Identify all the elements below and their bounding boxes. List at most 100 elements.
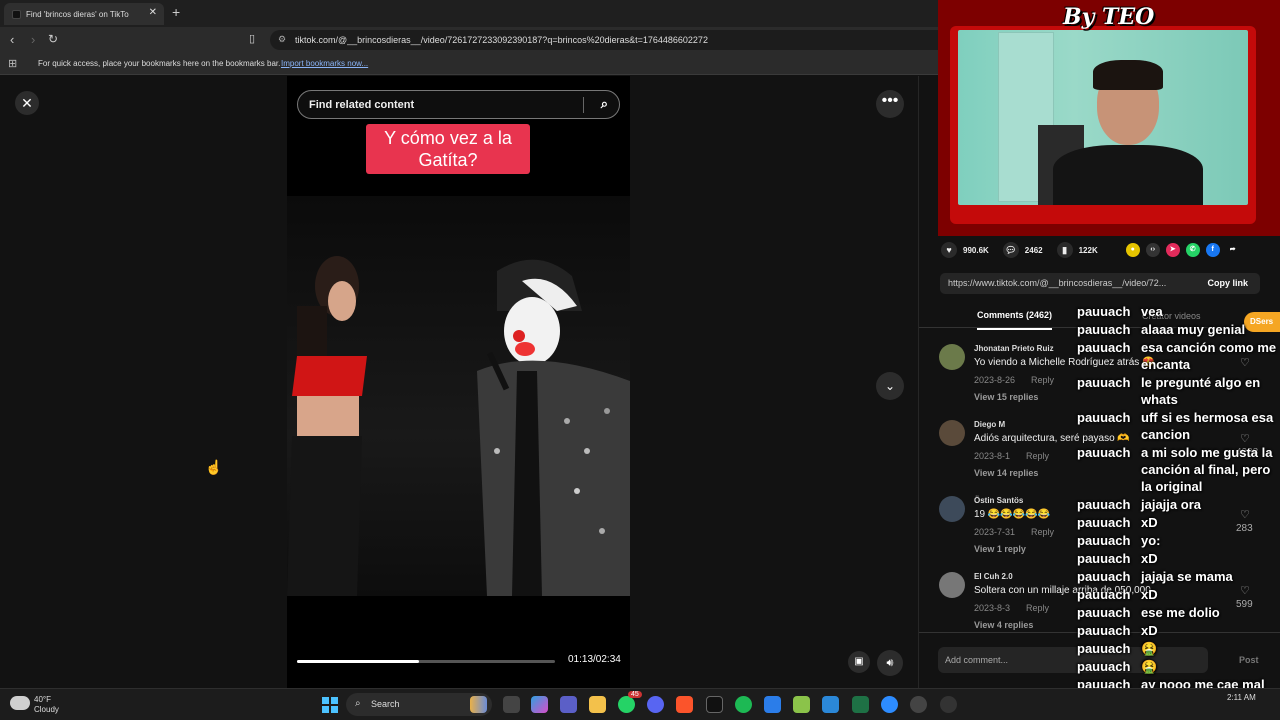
progress-bar[interactable] <box>297 660 555 663</box>
engagement-stats: ♥ 990.6K 💬︎ 2462 ▮ 122K ● ‹› ➤ ✆ f ➦ <box>941 242 1240 258</box>
file-explorer-icon[interactable] <box>589 696 606 713</box>
close-icon: ✕ <box>21 94 33 111</box>
comment-user[interactable]: Östin Santös <box>974 496 1023 505</box>
weather-temp: 40°F <box>34 695 51 704</box>
back-icon[interactable]: ‹ <box>10 32 14 47</box>
browser-tab[interactable]: Find 'brincos dieras' on TikTo ✕ <box>4 3 164 25</box>
reply-link[interactable]: Reply <box>1026 603 1049 613</box>
save-count: 122K <box>1078 245 1098 255</box>
chat-username: pauuach <box>1077 445 1131 460</box>
close-video-button[interactable]: ✕ <box>15 91 39 115</box>
chat-text: jajajja ora <box>1141 497 1201 512</box>
copilot-icon[interactable] <box>531 696 548 713</box>
player-controls: 01:13/02:34 <box>287 596 630 688</box>
video-caption: Y cómo vez a la Gatíta? <box>366 124 530 174</box>
heart-icon[interactable]: ♥ <box>941 242 957 258</box>
avatar[interactable] <box>939 420 965 446</box>
volume-button[interactable]: 🔊︎ <box>877 650 903 676</box>
share-link-url: https://www.tiktok.com/@__brincosdieras_… <box>948 278 1167 288</box>
zoom-icon[interactable] <box>881 696 898 713</box>
webcam-overlay: By TEO <box>938 0 1280 236</box>
tab-title: Find 'brincos dieras' on TikTo <box>26 9 129 19</box>
reply-link[interactable]: Reply <box>1031 527 1054 537</box>
comment-icon[interactable]: 💬︎ <box>1002 242 1019 258</box>
reply-link[interactable]: Reply <box>1026 451 1049 461</box>
facebook-icon[interactable]: f <box>1205 243 1220 257</box>
comment-meta: 2023-8-1 Reply <box>974 451 1065 461</box>
chat-username: pauuach <box>1077 641 1131 656</box>
chat-text: uff si es hermosa esa cancion <box>1141 410 1274 442</box>
brave-browser-icon[interactable] <box>676 696 693 713</box>
like-count: 990.6K <box>963 245 989 255</box>
comment-text: Yo viendo a Michelle Rodríguez atrás 😍 <box>974 357 1155 368</box>
avatar[interactable] <box>939 496 965 522</box>
avatar[interactable] <box>939 344 965 370</box>
channel-logo: By TEO <box>1063 4 1155 30</box>
share-link-box: https://www.tiktok.com/@__brincosdieras_… <box>940 273 1260 294</box>
windows-start-icon[interactable] <box>322 697 338 713</box>
avatar[interactable] <box>939 572 965 598</box>
view-replies-link[interactable]: View 1 reply <box>974 544 1026 554</box>
send-icon[interactable]: ➤ <box>1165 243 1180 257</box>
comment-count: 2462 <box>1024 245 1043 255</box>
whatsapp-app-icon[interactable] <box>618 696 635 713</box>
comment-user[interactable]: El Cuh 2.0 <box>974 572 1013 581</box>
more-options-button[interactable]: ••• <box>876 90 904 118</box>
app-icon[interactable] <box>793 696 810 713</box>
chat-text: esa canción como me encanta <box>1141 340 1277 372</box>
reload-icon[interactable]: ↻ <box>48 32 58 46</box>
tab-comments[interactable]: Comments (2462) <box>977 310 1053 330</box>
streamer-hair <box>1093 60 1163 90</box>
reply-link[interactable]: Reply <box>1031 375 1054 385</box>
url-text: tiktok.com/@__brincosdieras__/video/7261… <box>295 35 708 45</box>
webcam-video <box>958 30 1248 205</box>
tiktok-favicon-icon <box>12 9 21 19</box>
teams-icon[interactable] <box>560 696 577 713</box>
widgets-app-icon[interactable] <box>470 696 487 713</box>
more-icon: ••• <box>881 92 899 109</box>
video-player[interactable]: Find related content ⌕ Y cómo vez a la G… <box>287 76 630 688</box>
view-replies-link[interactable]: View 14 replies <box>974 468 1038 478</box>
comment-user[interactable]: Diego M <box>974 420 1005 429</box>
share-arrow-icon[interactable]: ➦ <box>1226 243 1240 257</box>
coin-share-icon[interactable]: ● <box>1125 243 1140 257</box>
pip-button[interactable]: ▣ <box>848 651 870 673</box>
cloud-icon <box>10 696 30 710</box>
view-replies-link[interactable]: View 15 replies <box>974 392 1038 402</box>
bookmarks-message: For quick access, place your bookmarks h… <box>38 59 281 68</box>
chat-username: pauuach <box>1077 659 1131 674</box>
embed-icon[interactable]: ‹› <box>1145 243 1160 257</box>
next-video-button[interactable]: ⌄ <box>876 372 904 400</box>
site-info-icon[interactable]: ⚙ <box>278 34 286 45</box>
obs-icon[interactable] <box>940 696 957 713</box>
chat-username: pauuach <box>1077 322 1131 337</box>
search-icon[interactable]: ⌕ <box>601 96 608 112</box>
store-icon[interactable] <box>764 696 781 713</box>
system-clock[interactable]: 2:11 AM <box>1227 693 1256 702</box>
copy-link-button[interactable]: Copy link <box>1207 278 1248 288</box>
view-replies-link[interactable]: View 4 replies <box>974 620 1033 630</box>
spotify-icon[interactable] <box>735 696 752 713</box>
chat-username: pauuach <box>1077 587 1131 602</box>
progress-fill <box>297 660 420 663</box>
comment-user[interactable]: Jhonatan Prieto Ruiz <box>974 344 1054 353</box>
discord-icon[interactable] <box>647 696 664 713</box>
related-search-input[interactable]: Find related content ⌕ <box>297 90 620 119</box>
close-tab-icon[interactable]: ✕ <box>149 7 157 18</box>
chatgpt-icon[interactable] <box>910 696 927 713</box>
import-bookmarks-link[interactable]: Import bookmarks now... <box>281 59 368 68</box>
taskbar-search-label: Search <box>371 699 400 709</box>
notepad-icon[interactable] <box>822 696 839 713</box>
forward-icon[interactable]: › <box>31 32 35 47</box>
apps-grid-icon[interactable]: ⊞ <box>8 57 17 70</box>
bookmark-save-icon[interactable]: ▮ <box>1056 242 1073 258</box>
whatsapp-icon[interactable]: ✆ <box>1185 243 1200 257</box>
task-view-icon[interactable] <box>503 696 520 713</box>
tradingview-icon[interactable] <box>706 696 723 713</box>
excel-icon[interactable] <box>852 696 869 713</box>
chat-username: pauuach <box>1077 375 1131 390</box>
bookmark-icon[interactable]: ▯ <box>249 32 255 45</box>
new-tab-icon[interactable]: + <box>172 4 180 20</box>
url-input[interactable]: ⚙ tiktok.com/@__brincosdieras__/video/72… <box>270 30 950 50</box>
search-placeholder: Find related content <box>309 98 415 111</box>
